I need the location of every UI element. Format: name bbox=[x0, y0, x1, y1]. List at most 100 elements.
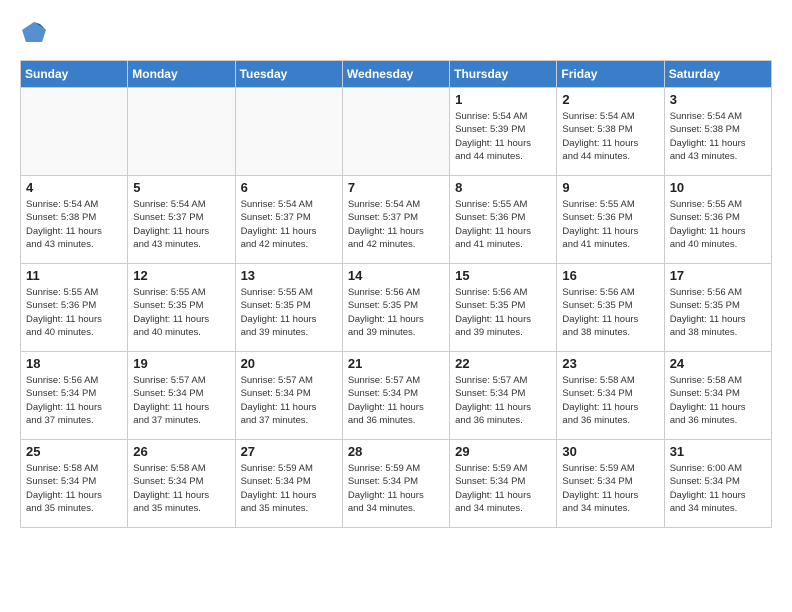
day-info: Sunrise: 5:58 AM Sunset: 5:34 PM Dayligh… bbox=[26, 462, 122, 515]
day-cell: 13 Sunrise: 5:55 AM Sunset: 5:35 PM Dayli… bbox=[235, 264, 342, 352]
day-cell: 3Sunrise: 5:54 AM Sunset: 5:38 PM Daylig… bbox=[664, 88, 771, 176]
day-number: 26 bbox=[133, 444, 229, 459]
day-cell: 5Sunrise: 5:54 AM Sunset: 5:37 PM Daylig… bbox=[128, 176, 235, 264]
day-info: Sunrise: 5:56 AM Sunset: 5:34 PM Dayligh… bbox=[26, 374, 122, 427]
day-number: 17 bbox=[670, 268, 766, 283]
day-cell: 25 Sunrise: 5:58 AM Sunset: 5:34 PM Dayli… bbox=[21, 440, 128, 528]
weekday-sunday: Sunday bbox=[21, 61, 128, 88]
day-number: 27 bbox=[241, 444, 337, 459]
day-info: Sunrise: 5:54 AM Sunset: 5:37 PM Dayligh… bbox=[348, 198, 444, 251]
page-header bbox=[20, 20, 772, 44]
week-row-5: 25 Sunrise: 5:58 AM Sunset: 5:34 PM Dayli… bbox=[21, 440, 772, 528]
week-row-1: 1 Sunrise: 5:54 AM Sunset: 5:39 PM Daylig… bbox=[21, 88, 772, 176]
day-cell: 19 Sunrise: 5:57 AM Sunset: 5:34 PM Dayli… bbox=[128, 352, 235, 440]
day-info: Sunrise: 5:54 AM Sunset: 5:38 PM Dayligh… bbox=[562, 110, 658, 163]
logo bbox=[20, 20, 52, 44]
day-cell: 21 Sunrise: 5:57 AM Sunset: 5:34 PM Dayli… bbox=[342, 352, 449, 440]
day-info: Sunrise: 5:55 AM Sunset: 5:36 PM Dayligh… bbox=[562, 198, 658, 251]
day-info: Sunrise: 5:58 AM Sunset: 5:34 PM Dayligh… bbox=[133, 462, 229, 515]
day-cell: 31 Sunrise: 6:00 AM Sunset: 5:34 PM Dayli… bbox=[664, 440, 771, 528]
weekday-saturday: Saturday bbox=[664, 61, 771, 88]
day-number: 25 bbox=[26, 444, 122, 459]
day-info: Sunrise: 5:56 AM Sunset: 5:35 PM Dayligh… bbox=[455, 286, 551, 339]
day-info: Sunrise: 5:54 AM Sunset: 5:37 PM Dayligh… bbox=[133, 198, 229, 251]
day-cell: 2 Sunrise: 5:54 AM Sunset: 5:38 PM Daylig… bbox=[557, 88, 664, 176]
weekday-friday: Friday bbox=[557, 61, 664, 88]
day-cell: 22 Sunrise: 5:57 AM Sunset: 5:34 PM Dayli… bbox=[450, 352, 557, 440]
day-info: Sunrise: 5:57 AM Sunset: 5:34 PM Dayligh… bbox=[241, 374, 337, 427]
weekday-tuesday: Tuesday bbox=[235, 61, 342, 88]
day-number: 16 bbox=[562, 268, 658, 283]
day-cell bbox=[21, 88, 128, 176]
day-cell bbox=[235, 88, 342, 176]
day-info: Sunrise: 5:59 AM Sunset: 5:34 PM Dayligh… bbox=[562, 462, 658, 515]
week-row-2: 4Sunrise: 5:54 AM Sunset: 5:38 PM Daylig… bbox=[21, 176, 772, 264]
day-number: 30 bbox=[562, 444, 658, 459]
day-number: 8 bbox=[455, 180, 551, 195]
day-cell bbox=[128, 88, 235, 176]
day-info: Sunrise: 5:57 AM Sunset: 5:34 PM Dayligh… bbox=[455, 374, 551, 427]
day-number: 15 bbox=[455, 268, 551, 283]
day-cell: 1 Sunrise: 5:54 AM Sunset: 5:39 PM Daylig… bbox=[450, 88, 557, 176]
day-cell: 9 Sunrise: 5:55 AM Sunset: 5:36 PM Daylig… bbox=[557, 176, 664, 264]
day-number: 22 bbox=[455, 356, 551, 371]
day-number: 20 bbox=[241, 356, 337, 371]
logo-icon bbox=[20, 20, 48, 44]
day-cell: 20 Sunrise: 5:57 AM Sunset: 5:34 PM Dayli… bbox=[235, 352, 342, 440]
weekday-monday: Monday bbox=[128, 61, 235, 88]
weekday-wednesday: Wednesday bbox=[342, 61, 449, 88]
day-info: Sunrise: 5:57 AM Sunset: 5:34 PM Dayligh… bbox=[348, 374, 444, 427]
day-number: 12 bbox=[133, 268, 229, 283]
day-info: Sunrise: 5:54 AM Sunset: 5:37 PM Dayligh… bbox=[241, 198, 337, 251]
day-info: Sunrise: 5:58 AM Sunset: 5:34 PM Dayligh… bbox=[562, 374, 658, 427]
day-cell: 14 Sunrise: 5:56 AM Sunset: 5:35 PM Dayli… bbox=[342, 264, 449, 352]
day-cell bbox=[342, 88, 449, 176]
day-info: Sunrise: 5:54 AM Sunset: 5:39 PM Dayligh… bbox=[455, 110, 551, 163]
day-info: Sunrise: 5:55 AM Sunset: 5:36 PM Dayligh… bbox=[26, 286, 122, 339]
day-cell: 23 Sunrise: 5:58 AM Sunset: 5:34 PM Dayli… bbox=[557, 352, 664, 440]
day-info: Sunrise: 5:56 AM Sunset: 5:35 PM Dayligh… bbox=[562, 286, 658, 339]
day-cell: 7Sunrise: 5:54 AM Sunset: 5:37 PM Daylig… bbox=[342, 176, 449, 264]
day-number: 14 bbox=[348, 268, 444, 283]
day-number: 23 bbox=[562, 356, 658, 371]
day-info: Sunrise: 6:00 AM Sunset: 5:34 PM Dayligh… bbox=[670, 462, 766, 515]
day-cell: 27Sunrise: 5:59 AM Sunset: 5:34 PM Dayli… bbox=[235, 440, 342, 528]
day-number: 9 bbox=[562, 180, 658, 195]
day-cell: 17 Sunrise: 5:56 AM Sunset: 5:35 PM Dayli… bbox=[664, 264, 771, 352]
day-cell: 30 Sunrise: 5:59 AM Sunset: 5:34 PM Dayli… bbox=[557, 440, 664, 528]
day-info: Sunrise: 5:55 AM Sunset: 5:36 PM Dayligh… bbox=[455, 198, 551, 251]
day-cell: 4Sunrise: 5:54 AM Sunset: 5:38 PM Daylig… bbox=[21, 176, 128, 264]
day-number: 11 bbox=[26, 268, 122, 283]
day-cell: 8 Sunrise: 5:55 AM Sunset: 5:36 PM Daylig… bbox=[450, 176, 557, 264]
day-cell: 16 Sunrise: 5:56 AM Sunset: 5:35 PM Dayli… bbox=[557, 264, 664, 352]
day-number: 21 bbox=[348, 356, 444, 371]
day-cell: 29 Sunrise: 5:59 AM Sunset: 5:34 PM Dayli… bbox=[450, 440, 557, 528]
day-number: 2 bbox=[562, 92, 658, 107]
day-info: Sunrise: 5:59 AM Sunset: 5:34 PM Dayligh… bbox=[348, 462, 444, 515]
day-cell: 26 Sunrise: 5:58 AM Sunset: 5:34 PM Dayli… bbox=[128, 440, 235, 528]
day-number: 1 bbox=[455, 92, 551, 107]
day-number: 13 bbox=[241, 268, 337, 283]
day-number: 10 bbox=[670, 180, 766, 195]
day-cell: 28Sunrise: 5:59 AM Sunset: 5:34 PM Dayli… bbox=[342, 440, 449, 528]
day-info: Sunrise: 5:59 AM Sunset: 5:34 PM Dayligh… bbox=[455, 462, 551, 515]
day-cell: 12Sunrise: 5:55 AM Sunset: 5:35 PM Dayli… bbox=[128, 264, 235, 352]
day-info: Sunrise: 5:56 AM Sunset: 5:35 PM Dayligh… bbox=[670, 286, 766, 339]
day-info: Sunrise: 5:57 AM Sunset: 5:34 PM Dayligh… bbox=[133, 374, 229, 427]
weekday-thursday: Thursday bbox=[450, 61, 557, 88]
day-number: 24 bbox=[670, 356, 766, 371]
day-cell: 15 Sunrise: 5:56 AM Sunset: 5:35 PM Dayli… bbox=[450, 264, 557, 352]
day-cell: 11 Sunrise: 5:55 AM Sunset: 5:36 PM Dayli… bbox=[21, 264, 128, 352]
calendar-table: SundayMondayTuesdayWednesdayThursdayFrid… bbox=[20, 60, 772, 528]
calendar-body: 1 Sunrise: 5:54 AM Sunset: 5:39 PM Daylig… bbox=[21, 88, 772, 528]
day-cell: 10 Sunrise: 5:55 AM Sunset: 5:36 PM Dayli… bbox=[664, 176, 771, 264]
week-row-4: 18 Sunrise: 5:56 AM Sunset: 5:34 PM Dayli… bbox=[21, 352, 772, 440]
day-info: Sunrise: 5:56 AM Sunset: 5:35 PM Dayligh… bbox=[348, 286, 444, 339]
day-cell: 24Sunrise: 5:58 AM Sunset: 5:34 PM Dayli… bbox=[664, 352, 771, 440]
day-number: 19 bbox=[133, 356, 229, 371]
day-number: 29 bbox=[455, 444, 551, 459]
day-number: 31 bbox=[670, 444, 766, 459]
day-info: Sunrise: 5:55 AM Sunset: 5:36 PM Dayligh… bbox=[670, 198, 766, 251]
day-info: Sunrise: 5:55 AM Sunset: 5:35 PM Dayligh… bbox=[241, 286, 337, 339]
day-number: 18 bbox=[26, 356, 122, 371]
